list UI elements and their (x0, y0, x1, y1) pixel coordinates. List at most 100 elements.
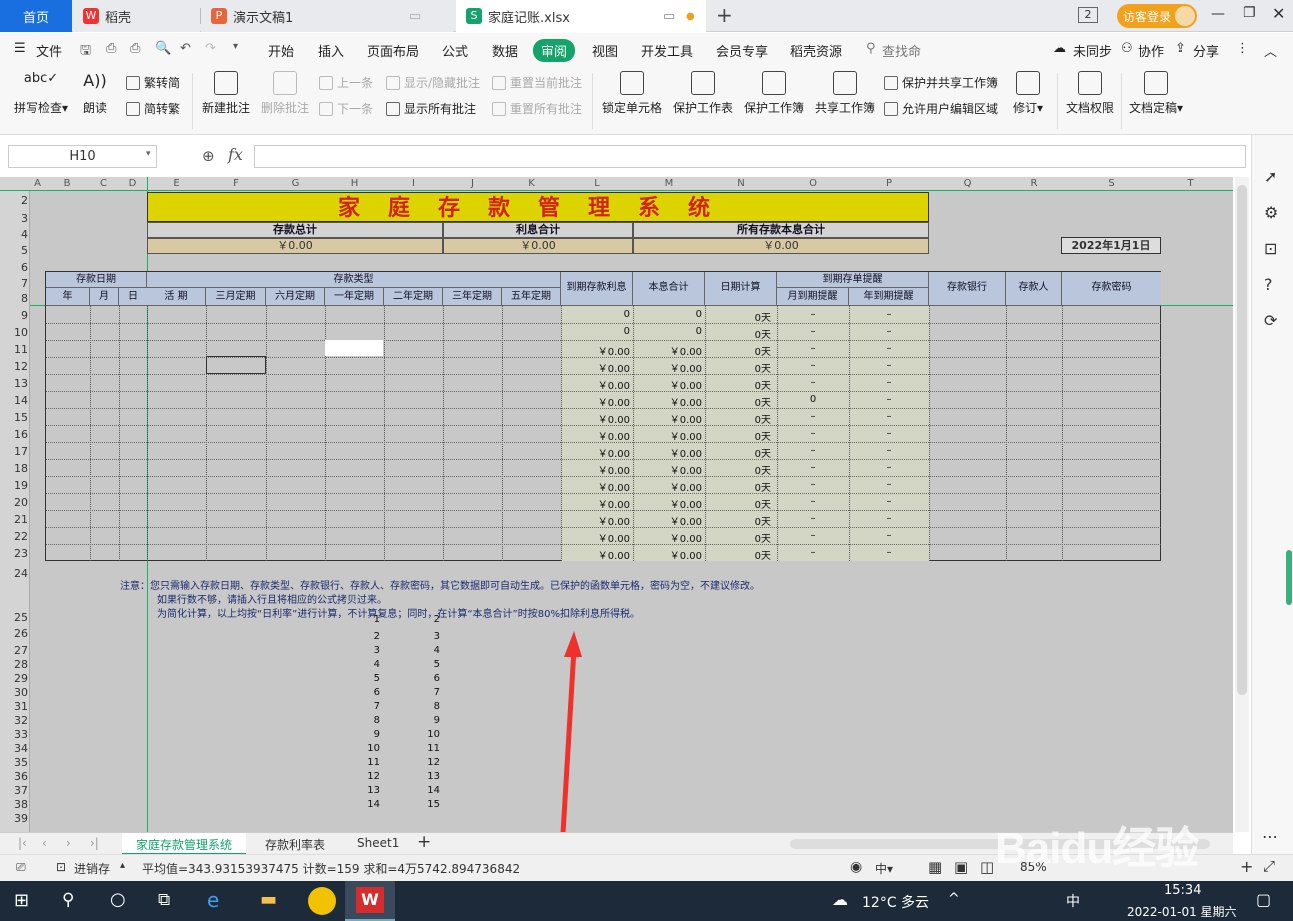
break-view-icon[interactable]: ◫ (980, 858, 994, 876)
row-header-cell[interactable]: 15 (0, 411, 28, 424)
formula-input[interactable] (254, 145, 1246, 168)
search-icon[interactable]: ⚲ (866, 41, 876, 56)
tab-xls[interactable]: S 家庭记账.xlsx ▭ ● (456, 0, 706, 32)
share-button[interactable]: 分享 (1193, 41, 1219, 60)
row-header-cell[interactable]: 38 (0, 798, 28, 811)
selected-cell[interactable] (206, 356, 266, 374)
app-360-icon[interactable] (308, 887, 336, 915)
sheet-tab-1[interactable]: 家庭存款管理系统 (122, 833, 247, 855)
prev-comment-button[interactable]: 上一条 (319, 74, 373, 91)
row-header-cell[interactable]: 21 (0, 513, 28, 526)
redo-icon[interactable]: ↷ (205, 41, 216, 56)
help-icon[interactable]: ? (1264, 275, 1273, 294)
export-icon[interactable]: ⎙ (106, 41, 116, 56)
menu-devtools[interactable]: 开发工具 (641, 41, 693, 60)
first-sheet-icon[interactable]: |‹ (18, 836, 27, 850)
menu-start[interactable]: 开始 (268, 41, 294, 60)
more-icon[interactable]: ⋯ (1262, 827, 1278, 846)
ime-icon[interactable]: 中▾ (875, 860, 893, 877)
row-header-cell[interactable]: 32 (0, 714, 28, 727)
row-header-cell[interactable]: 16 (0, 428, 28, 441)
column-header-cell[interactable]: C (89, 178, 118, 189)
chevron-down-icon[interactable]: ▾ (146, 149, 151, 159)
vertical-scrollbar[interactable] (1235, 177, 1249, 832)
menu-file[interactable]: 文件 (36, 41, 62, 60)
row-header-cell[interactable]: 22 (0, 530, 28, 543)
reset-current-comment-button[interactable]: 重置当前批注 (492, 74, 582, 91)
menu-member[interactable]: 会员专享 (716, 41, 768, 60)
row-header-cell[interactable]: 8 (0, 292, 28, 305)
tray-up-icon[interactable]: ^ (948, 891, 960, 907)
worksheet[interactable]: ABCDEFGHIJKLMNOPQRST 2 3 4 5 6 7 8 9 10 11 12 13 14 1… (0, 177, 1233, 832)
row-header-cell[interactable]: 26 (0, 627, 28, 640)
finalize-button[interactable]: 文档定稿▾ (1126, 71, 1186, 116)
column-header-cell[interactable]: D (118, 178, 147, 189)
column-header-cell[interactable]: H (325, 178, 384, 189)
row-header-cell[interactable]: 11 (0, 343, 28, 356)
window-count-badge[interactable]: 2 (1078, 7, 1098, 23)
trad-to-simp-button[interactable]: 繁转简 (126, 74, 180, 91)
read-aloud-button[interactable]: A)) 朗读 (78, 71, 112, 116)
zoom-in-icon[interactable]: + (1240, 857, 1253, 876)
row-header-cell[interactable]: 23 (0, 547, 28, 560)
share-book-button[interactable]: 共享工作簿 (813, 71, 877, 116)
spell-check-button[interactable]: abc✓ 拼写检查▾ (10, 71, 72, 116)
more-icon[interactable]: ⋮ (1236, 41, 1249, 56)
lock-cell-button[interactable]: 锁定单元格 (600, 71, 664, 116)
row-header-cell[interactable]: 17 (0, 445, 28, 458)
column-header-cell[interactable]: P (849, 178, 929, 189)
column-header-cell[interactable]: S (1062, 178, 1161, 189)
tab-daoke[interactable]: W 稻壳 (73, 0, 200, 32)
visitor-login-button[interactable]: 访客登录 (1117, 4, 1197, 28)
row-header-cell[interactable]: 7 (0, 277, 28, 290)
row-header-cell[interactable]: 33 (0, 728, 28, 741)
tab-ppt[interactable]: P 演示文稿1 ▭ (201, 0, 453, 32)
chevron-down-icon[interactable]: ▾ (233, 41, 238, 52)
sheet-tab-2[interactable]: 存款利率表 (265, 836, 325, 853)
date-cell[interactable]: 2022年1月1日 (1061, 237, 1161, 254)
save-icon[interactable]: 🖫 (80, 41, 91, 63)
backup-label[interactable]: 进销存 (74, 860, 110, 877)
row-header-cell[interactable]: 18 (0, 462, 28, 475)
notification-icon[interactable]: ▢ (1256, 890, 1271, 909)
scroll-thumb[interactable] (1237, 185, 1247, 695)
ie-icon[interactable]: e (207, 888, 219, 912)
row-header-cell[interactable]: 14 (0, 394, 28, 407)
ime-indicator[interactable]: 中 (1066, 891, 1080, 911)
menu-formula[interactable]: 公式 (442, 41, 468, 60)
row-header-cell[interactable]: 36 (0, 770, 28, 783)
new-tab-icon[interactable]: + (716, 3, 733, 27)
folder-icon[interactable]: ▬ (260, 889, 277, 910)
collapse-ribbon-icon[interactable]: ︿ (1264, 41, 1277, 60)
monitor-icon[interactable]: ⎚ (16, 860, 26, 875)
collab-button[interactable]: 协作 (1138, 41, 1164, 60)
column-header-cell[interactable]: K (502, 178, 561, 189)
row-header-cell[interactable]: 30 (0, 686, 28, 699)
row-header-cell[interactable]: 4 (0, 228, 28, 241)
delete-comment-button[interactable]: 删除批注 (259, 71, 311, 116)
chevron-up-icon[interactable]: ▴ (120, 860, 125, 871)
name-box[interactable]: H10 (8, 145, 157, 168)
column-header-cell[interactable]: A (30, 178, 45, 189)
column-header-cell[interactable]: L (561, 178, 633, 189)
windows-start-icon[interactable]: ⊞ (14, 890, 29, 911)
row-header-cell[interactable]: 6 (0, 261, 28, 274)
cursor-icon[interactable]: ➚ (1264, 167, 1277, 186)
next-comment-button[interactable]: 下一条 (319, 100, 373, 117)
minimize-icon[interactable]: — (1211, 6, 1225, 22)
normal-view-icon[interactable]: ▦ (928, 858, 942, 876)
row-header-cell[interactable]: 34 (0, 742, 28, 755)
row-header-cell[interactable]: 31 (0, 700, 28, 713)
column-header-cell[interactable]: I (384, 178, 443, 189)
reset-all-comments-button[interactable]: 重置所有批注 (492, 100, 582, 117)
column-header-cell[interactable]: M (633, 178, 705, 189)
prev-sheet-icon[interactable]: ‹ (42, 836, 47, 850)
print-icon[interactable]: ⎙ (130, 41, 140, 56)
undo-icon[interactable]: ↶ (180, 41, 191, 56)
menu-insert[interactable]: 插入 (318, 41, 344, 60)
column-header-cell[interactable]: J (443, 178, 502, 189)
row-header-cell[interactable]: 37 (0, 784, 28, 797)
column-header-cell[interactable]: B (45, 178, 89, 189)
show-hide-comment-button[interactable]: 显示/隐藏批注 (386, 74, 480, 91)
row-header-cell[interactable]: 25 (0, 611, 28, 624)
